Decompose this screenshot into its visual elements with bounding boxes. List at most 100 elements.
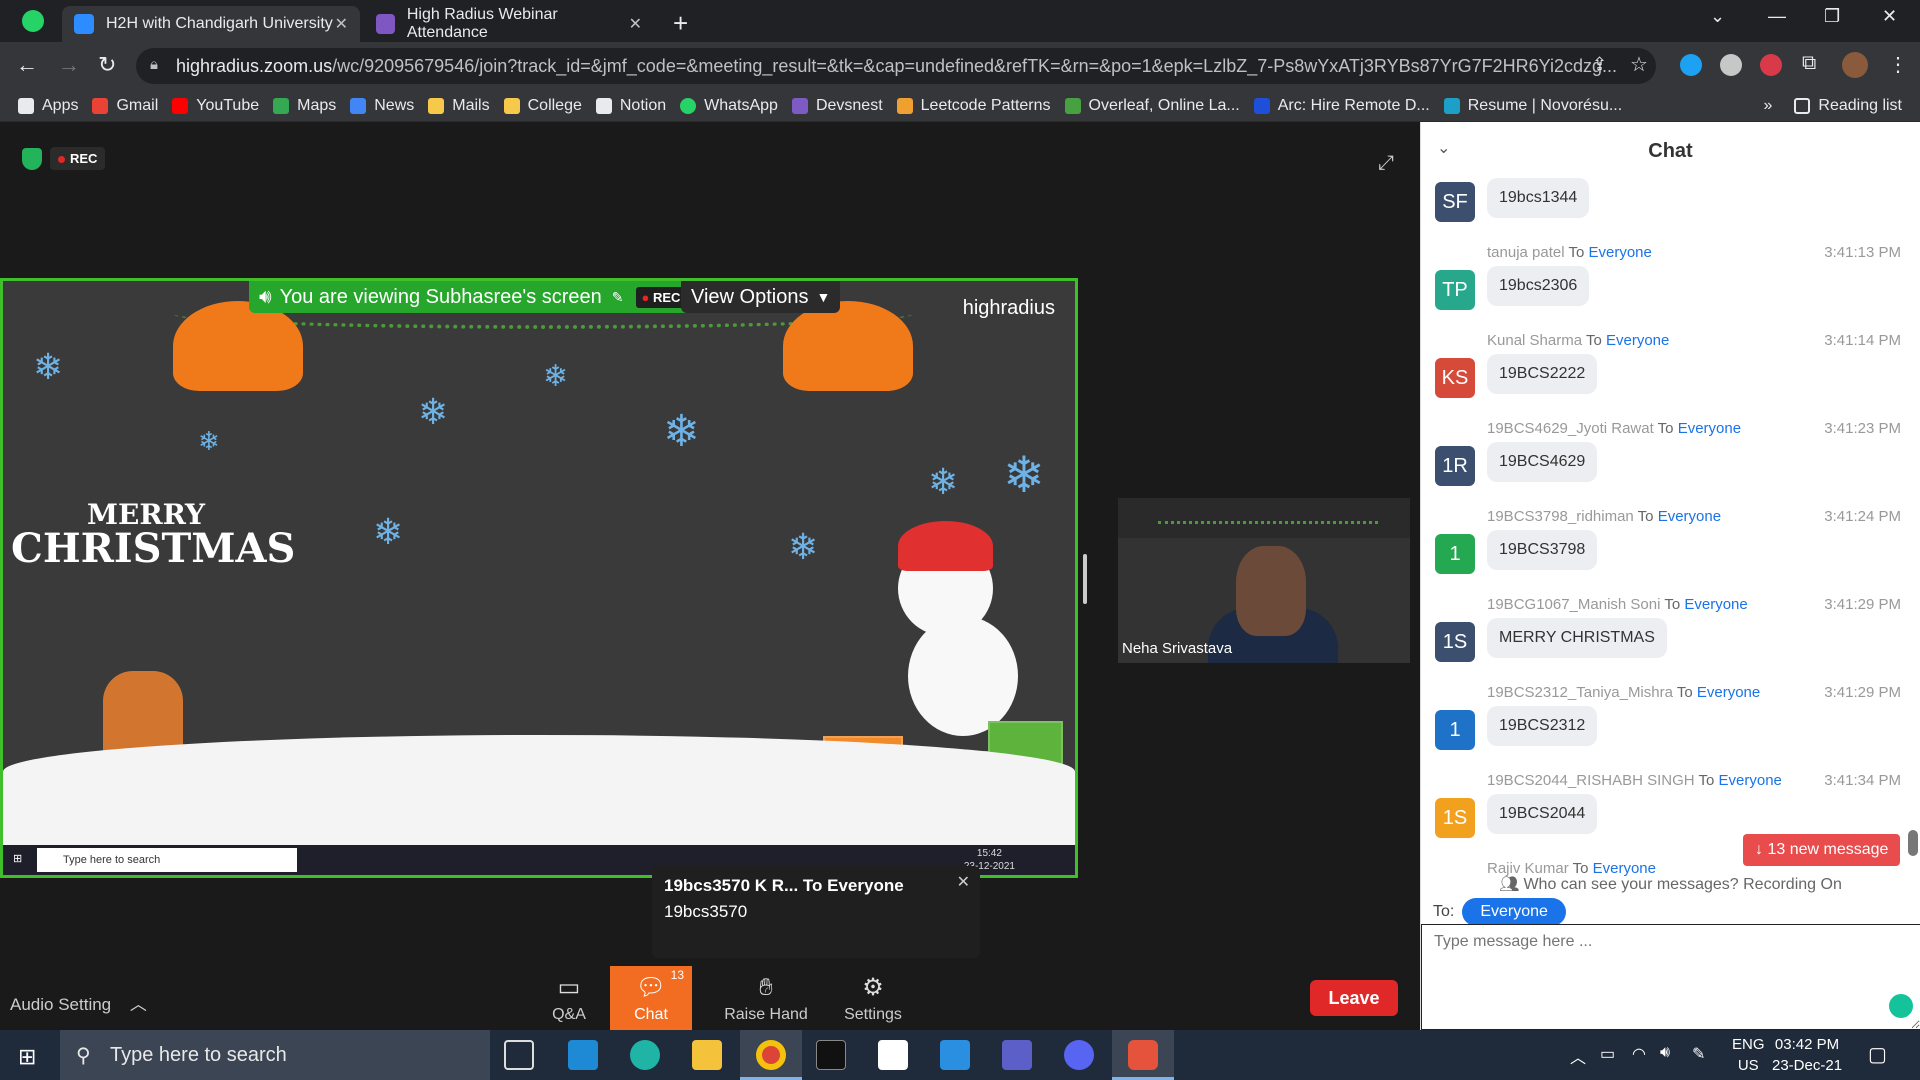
recipient-link[interactable]: Everyone xyxy=(1719,772,1782,789)
chat-button[interactable]: 💬︎ Chat 13 xyxy=(610,966,692,1030)
volume-icon[interactable]: 🔊︎ xyxy=(1660,1044,1670,1062)
snipping-tool-taskbar[interactable] xyxy=(1112,1030,1174,1080)
minimize-button[interactable]: — xyxy=(1768,6,1786,27)
participant-video-thumbnail[interactable]: Neha Srivastava xyxy=(1118,498,1410,663)
snowflake-icon: ❄ xyxy=(418,391,449,432)
bookmark-arc[interactable]: Arc: Hire Remote D... xyxy=(1253,97,1430,115)
message-text: 19bcs2306 xyxy=(1487,266,1590,306)
message-time: 3:41:24 PM xyxy=(1824,508,1901,525)
grammarly-icon[interactable] xyxy=(1889,994,1913,1018)
resize-handle[interactable] xyxy=(1083,554,1087,604)
message-visibility-notice[interactable]: 👥︎ Who can see your messages? Recording O… xyxy=(1421,874,1920,894)
wifi-icon[interactable]: ◠ xyxy=(1632,1044,1646,1064)
bookmark-news[interactable]: News xyxy=(350,97,414,115)
vscode-icon[interactable] xyxy=(940,1040,970,1070)
shared-screen[interactable]: ❄ ❄ ❄ ❄ ❄ ❄ ❄ ❄ ❄ MERRY CHRISTMAS 🔊︎ You… xyxy=(0,278,1078,878)
view-options-button[interactable]: View Options ▼ xyxy=(681,281,841,313)
chrome-icon xyxy=(756,1040,786,1070)
close-icon[interactable]: ✕ xyxy=(335,14,348,34)
audio-setting-button[interactable]: Audio Setting ︿ xyxy=(10,990,147,1015)
new-messages-button[interactable]: ↓ 13 new message xyxy=(1743,834,1901,866)
tab-h2h[interactable]: H2H with Chandigarh University ✕ xyxy=(62,6,360,42)
settings-button[interactable]: ⚙︎ Settings xyxy=(832,966,914,1030)
qa-button[interactable]: ▭ Q&A xyxy=(528,966,610,1030)
reading-list-button[interactable]: Reading list xyxy=(1794,97,1902,115)
recipient-link[interactable]: Everyone xyxy=(1684,596,1747,613)
notification-icon[interactable]: ▢ xyxy=(1868,1042,1887,1067)
record-dot-icon xyxy=(58,156,65,163)
snowflake-icon: ❄ xyxy=(928,461,959,502)
taskbar-search-box[interactable]: ⚲ Type here to search xyxy=(60,1030,490,1080)
bookmark-notion[interactable]: Notion xyxy=(595,97,666,115)
forward-button[interactable]: → xyxy=(58,52,80,78)
edge-icon[interactable] xyxy=(630,1040,660,1070)
puzzle-icon[interactable]: ⧉ xyxy=(1802,52,1816,75)
back-button[interactable]: ← xyxy=(16,52,38,78)
address-bar[interactable]: 🔒︎ highradius.zoom.us/wc/92095679546/joi… xyxy=(136,48,1656,84)
bookmark-youtube[interactable]: YouTube xyxy=(172,97,259,115)
menu-icon[interactable]: ⋮ xyxy=(1888,52,1908,77)
share-icon[interactable]: ⇪ xyxy=(1592,54,1607,75)
leave-button[interactable]: Leave xyxy=(1310,980,1398,1016)
recipient-link[interactable]: Everyone xyxy=(1697,684,1760,701)
recipient-link[interactable]: Everyone xyxy=(1589,244,1652,261)
devsnest-icon xyxy=(791,97,808,114)
recipient-dropdown[interactable]: Everyone xyxy=(1462,898,1566,926)
bookmark-resume[interactable]: Resume | Novorésu... xyxy=(1443,97,1622,115)
bookmark-overleaf[interactable]: Overleaf, Online La... xyxy=(1064,97,1240,115)
raise-hand-button[interactable]: ✋︎ Raise Hand xyxy=(714,966,818,1030)
recipient-link[interactable]: Everyone xyxy=(1658,508,1721,525)
profile-avatar[interactable] xyxy=(1842,52,1868,78)
gmail-icon xyxy=(92,97,109,114)
chevron-up-icon[interactable]: ︿ xyxy=(1570,1044,1586,1068)
maximize-button[interactable]: ❐ xyxy=(1824,6,1840,27)
bookmark-college[interactable]: College xyxy=(503,97,582,115)
recipient-link[interactable]: Everyone xyxy=(1678,420,1741,437)
file-explorer-icon[interactable] xyxy=(692,1040,722,1070)
battery-icon[interactable]: ▭ xyxy=(1600,1044,1615,1064)
bell-decoration xyxy=(173,301,303,391)
task-view-icon[interactable] xyxy=(504,1040,534,1070)
fullscreen-icon[interactable]: ⤢ xyxy=(1378,152,1394,175)
notion-icon[interactable] xyxy=(878,1040,908,1070)
close-icon[interactable]: ✕ xyxy=(629,14,642,34)
recipient-link[interactable]: Everyone xyxy=(1606,332,1669,349)
more-bookmarks-button[interactable]: » xyxy=(1763,97,1772,115)
terminal-icon[interactable] xyxy=(816,1040,846,1070)
whatsapp-icon[interactable] xyxy=(22,10,44,32)
chat-message-input[interactable] xyxy=(1421,924,1920,1030)
language-indicator[interactable]: ENG US xyxy=(1732,1034,1765,1076)
bookmark-devsnest[interactable]: Devsnest xyxy=(791,97,883,115)
teams-icon[interactable] xyxy=(1002,1040,1032,1070)
extension-vpn-icon[interactable] xyxy=(1760,54,1782,76)
chrome-taskbar-active[interactable] xyxy=(740,1030,802,1080)
url-path: /wc/92095679546/join?track_id=&jmf_code=… xyxy=(332,55,1618,76)
avatar: 1 xyxy=(1435,710,1475,750)
close-icon[interactable]: ✕ xyxy=(957,872,970,892)
bookmark-gmail[interactable]: Gmail xyxy=(92,97,158,115)
bookmark-leetcode[interactable]: Leetcode Patterns xyxy=(896,97,1051,115)
star-icon[interactable]: ☆ xyxy=(1630,52,1648,77)
extension-face-icon[interactable] xyxy=(1720,54,1742,76)
mail-icon[interactable] xyxy=(568,1040,598,1070)
discord-icon[interactable] xyxy=(1064,1040,1094,1070)
chat-notification-toast[interactable]: 19bcs3570 K R... To Everyone 19bcs3570 ✕ xyxy=(652,866,980,958)
bookmark-whatsapp[interactable]: WhatsApp xyxy=(680,97,778,115)
close-window-button[interactable]: ✕ xyxy=(1882,6,1897,27)
new-tab-button[interactable]: + xyxy=(673,8,688,39)
reload-button[interactable]: ↻ xyxy=(98,52,116,78)
windows-start-icon[interactable]: ⊞ xyxy=(18,1044,36,1070)
bookmark-mails[interactable]: Mails xyxy=(428,97,490,115)
chat-message-list[interactable]: SF 19bcs1344 tanuja patel To Everyone 3:… xyxy=(1421,176,1901,932)
avatar: TP xyxy=(1435,270,1475,310)
scrollbar-thumb[interactable] xyxy=(1908,830,1918,856)
message-time: 3:41:29 PM xyxy=(1824,596,1901,613)
bookmark-apps[interactable]: Apps xyxy=(18,97,78,115)
tab-attendance[interactable]: High Radius Webinar Attendance ✕ xyxy=(364,6,654,42)
system-clock[interactable]: 03:42 PM 23-Dec-21 xyxy=(1772,1034,1842,1076)
bookmark-maps[interactable]: Maps xyxy=(273,97,336,115)
extension-drop-icon[interactable] xyxy=(1680,54,1702,76)
shield-icon xyxy=(22,147,42,170)
pen-icon[interactable]: ✎ xyxy=(1692,1044,1705,1064)
tab-search-icon[interactable]: ⌄ xyxy=(1710,6,1725,27)
